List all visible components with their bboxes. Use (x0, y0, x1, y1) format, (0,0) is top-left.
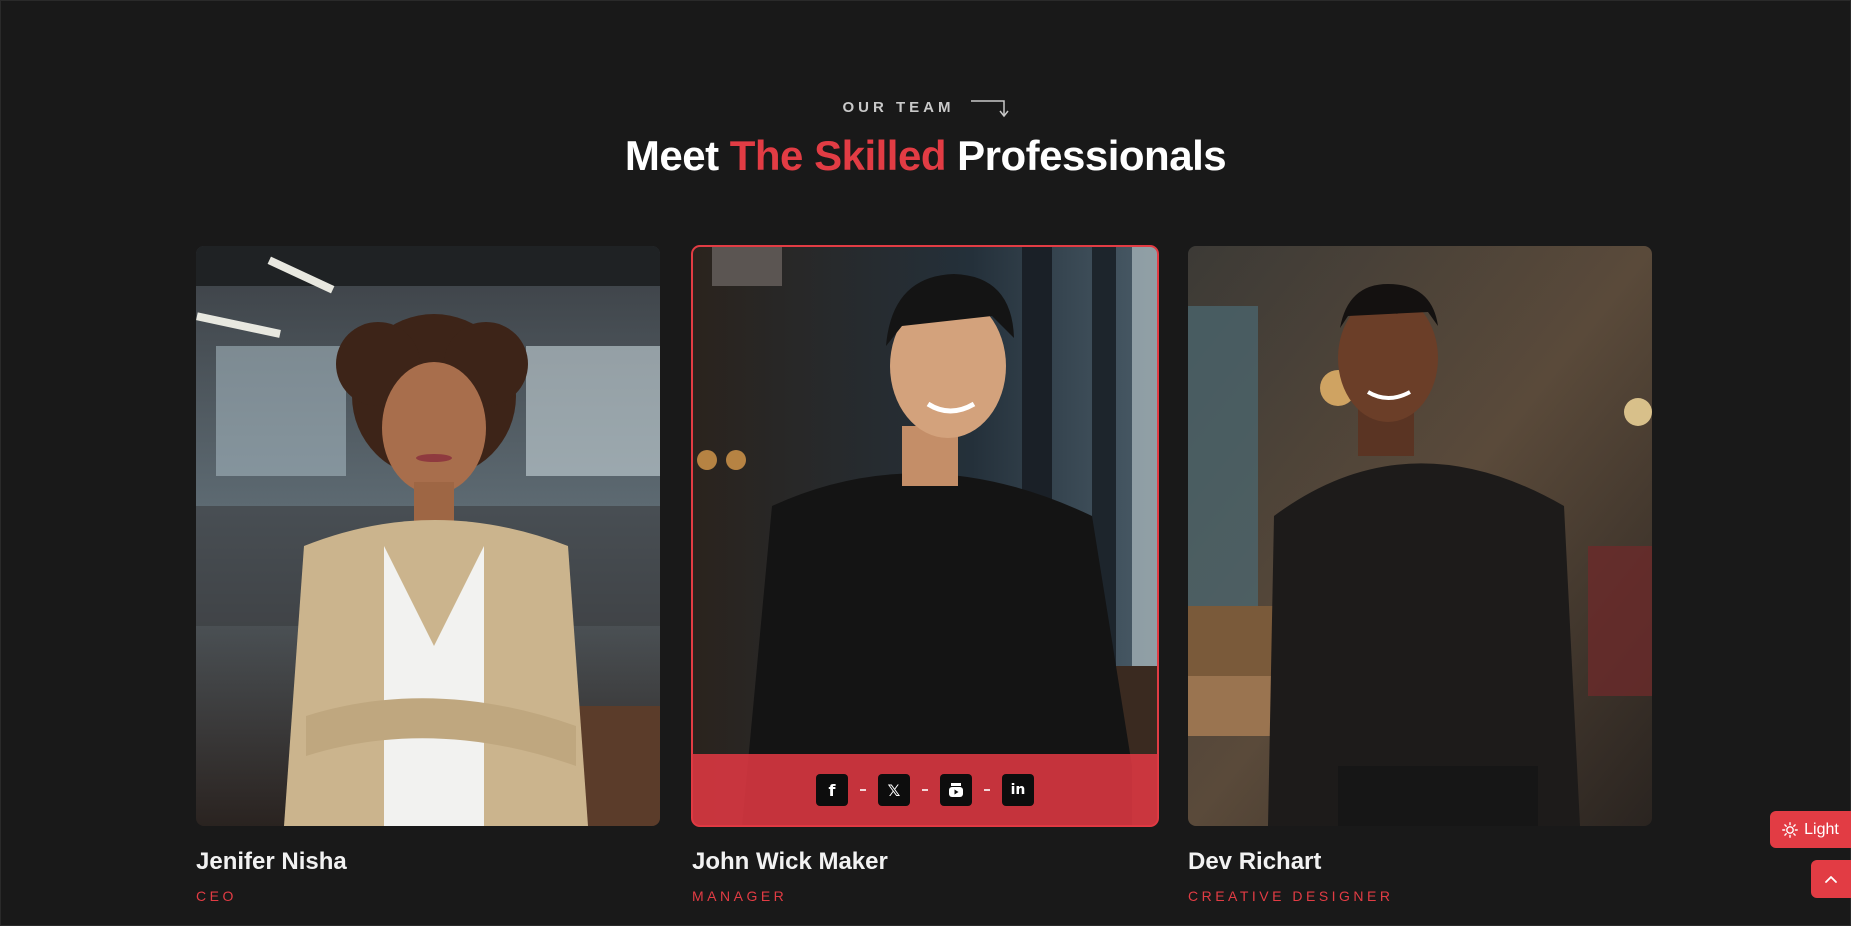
section-eyebrow: OUR TEAM (0, 95, 1851, 119)
team-member-role: CREATIVE DESIGNER (1188, 888, 1394, 904)
portrait-image (196, 246, 660, 826)
team-card[interactable]: Jenifer Nisha CEO (196, 246, 660, 904)
youtube-icon[interactable] (940, 774, 972, 806)
facebook-icon[interactable]: f (816, 774, 848, 806)
eyebrow-label: OUR TEAM (842, 98, 955, 116)
team-member-name[interactable]: Dev Richart (1188, 848, 1652, 876)
heading-accent: The Skilled (729, 132, 947, 179)
theme-toggle-label: Light (1804, 820, 1839, 838)
team-member-role: CEO (196, 888, 237, 904)
team-card[interactable]: f 𝕏 in John Wick Maker MANAGER (691, 245, 1159, 904)
section-heading: Meet The Skilled Professionals (0, 132, 1851, 180)
social-links-bar: f 𝕏 in (692, 754, 1158, 826)
team-member-name[interactable]: John Wick Maker (692, 848, 1158, 876)
team-card[interactable]: Dev Richart CREATIVE DESIGNER (1188, 246, 1652, 904)
sun-icon (1782, 821, 1799, 838)
team-member-photo (196, 246, 660, 826)
team-member-photo (1188, 246, 1652, 826)
twitter-x-icon[interactable]: 𝕏 (878, 774, 910, 806)
theme-toggle-button[interactable]: Light (1770, 811, 1851, 848)
social-separator (984, 789, 990, 791)
team-member-name[interactable]: Jenifer Nisha (196, 848, 660, 876)
scroll-to-top-button[interactable] (1811, 860, 1851, 898)
youtube-logo-icon (949, 783, 963, 797)
linkedin-icon[interactable]: in (1002, 774, 1034, 806)
portrait-image (1188, 246, 1652, 826)
heading-suffix: Professionals (957, 132, 1227, 179)
chevron-up-icon (1825, 876, 1837, 883)
team-member-role: MANAGER (692, 888, 788, 904)
heading-prefix: Meet (624, 132, 719, 179)
portrait-image (692, 246, 1158, 826)
social-separator (860, 789, 866, 791)
arrow-down-right-icon (970, 100, 1009, 118)
social-separator (922, 789, 928, 791)
team-member-photo: f 𝕏 in (691, 245, 1159, 827)
